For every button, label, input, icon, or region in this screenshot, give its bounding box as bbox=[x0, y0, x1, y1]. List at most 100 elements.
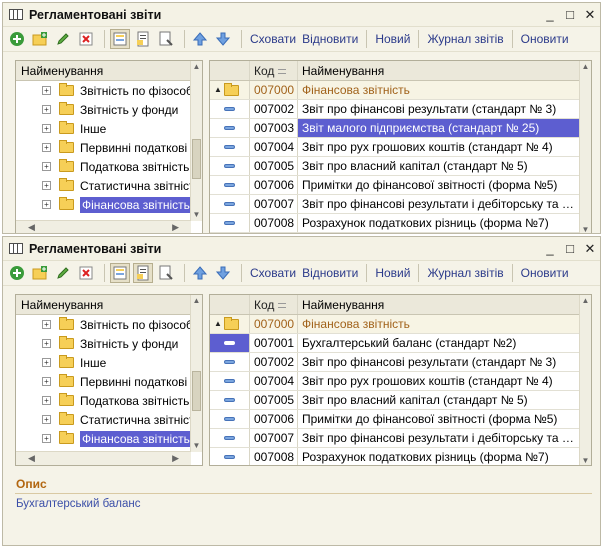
reports-grid[interactable]: Код Найменування ▲ 007000 Фінансова звіт… bbox=[209, 60, 592, 233]
column-header-code[interactable]: Код bbox=[250, 61, 298, 80]
scroll-up-icon[interactable]: ▲ bbox=[191, 61, 202, 73]
close-button[interactable]: ✕ bbox=[580, 241, 600, 257]
expand-icon[interactable]: + bbox=[42, 200, 51, 209]
table-row-group[interactable]: ▲ 007000 Фінансова звітність bbox=[210, 315, 591, 334]
tree-item[interactable]: + Податкова звітність bbox=[16, 157, 202, 176]
new-button[interactable]: Новий bbox=[372, 266, 413, 280]
expand-icon[interactable]: + bbox=[42, 434, 51, 443]
expand-icon[interactable]: + bbox=[42, 143, 51, 152]
restore-button[interactable]: Відновити bbox=[299, 32, 361, 46]
add-group-icon[interactable] bbox=[30, 29, 50, 49]
tree-item[interactable]: + Звітність по фізособ bbox=[16, 81, 202, 100]
settings-view-icon[interactable] bbox=[156, 263, 176, 283]
column-header-name[interactable]: Найменування bbox=[298, 295, 591, 314]
delete-icon[interactable] bbox=[76, 29, 96, 49]
maximize-button[interactable]: □ bbox=[560, 241, 580, 256]
tree-item[interactable]: + Інше bbox=[16, 353, 202, 372]
scroll-left-icon[interactable]: ◀ bbox=[28, 452, 35, 465]
new-button[interactable]: Новий bbox=[372, 32, 413, 46]
table-row[interactable]: 007002 Звіт про фінансові результати (ст… bbox=[210, 100, 591, 119]
expand-icon[interactable]: + bbox=[42, 377, 51, 386]
scroll-down-icon[interactable]: ▼ bbox=[580, 455, 591, 465]
tree-view-icon[interactable] bbox=[110, 263, 130, 283]
expand-icon[interactable]: + bbox=[42, 320, 51, 329]
table-row[interactable]: 007006 Примітки до фінансової звітності … bbox=[210, 410, 591, 429]
reports-tree[interactable]: Найменування + Звітність по фізособ + Звіт… bbox=[15, 294, 203, 466]
hide-button[interactable]: Сховати bbox=[247, 266, 299, 280]
tree-header[interactable]: Найменування bbox=[16, 61, 202, 81]
tree-header[interactable]: Найменування bbox=[16, 295, 202, 315]
report-view-icon[interactable] bbox=[133, 263, 153, 283]
move-down-icon[interactable] bbox=[213, 263, 233, 283]
report-view-icon[interactable] bbox=[133, 29, 153, 49]
tree-item[interactable]: + Первинні податкові д bbox=[16, 138, 202, 157]
column-header-code[interactable]: Код bbox=[250, 295, 298, 314]
table-row[interactable]: 007005 Звіт про власний капітал (стандар… bbox=[210, 157, 591, 176]
reports-tree[interactable]: Найменування + Звітність по фізособ + Звіт… bbox=[15, 60, 203, 233]
close-button[interactable]: ✕ bbox=[580, 7, 600, 23]
scroll-up-icon[interactable]: ▲ bbox=[191, 295, 202, 307]
tree-vertical-scrollbar[interactable]: ▲ ▼ bbox=[190, 295, 202, 452]
tree-horizontal-scrollbar[interactable]: ◀ ▶ bbox=[16, 220, 191, 233]
scroll-up-icon[interactable]: ▲ bbox=[580, 295, 591, 307]
move-down-icon[interactable] bbox=[213, 29, 233, 49]
minimize-button[interactable]: _ bbox=[540, 241, 560, 256]
edit-icon[interactable] bbox=[53, 29, 73, 49]
maximize-button[interactable]: □ bbox=[560, 7, 580, 22]
scroll-right-icon[interactable]: ▶ bbox=[172, 452, 179, 465]
scroll-right-icon[interactable]: ▶ bbox=[172, 221, 179, 233]
expand-icon[interactable]: + bbox=[42, 339, 51, 348]
tree-vertical-scrollbar[interactable]: ▲ ▼ bbox=[190, 61, 202, 221]
table-row-selected[interactable]: 007003 Звіт малого підприємства (стандар… bbox=[210, 119, 591, 138]
scroll-left-icon[interactable]: ◀ bbox=[28, 221, 35, 233]
tree-item[interactable]: + Інше bbox=[16, 119, 202, 138]
hide-button[interactable]: Сховати bbox=[247, 32, 299, 46]
expand-icon[interactable]: + bbox=[42, 358, 51, 367]
tree-item-selected[interactable]: + Фінансова звітність bbox=[16, 429, 202, 448]
expand-icon[interactable]: + bbox=[42, 162, 51, 171]
column-header-name[interactable]: Найменування bbox=[298, 61, 591, 80]
expand-icon[interactable]: + bbox=[42, 181, 51, 190]
scroll-down-icon[interactable]: ▼ bbox=[580, 224, 591, 233]
tree-item[interactable]: + Статистична звітніст bbox=[16, 410, 202, 429]
expand-icon[interactable]: + bbox=[42, 396, 51, 405]
table-row-selected[interactable]: 007001 Бухгалтерський баланс (стандарт №… bbox=[210, 334, 591, 353]
tree-item-selected[interactable]: + Фінансова звітність bbox=[16, 195, 202, 214]
refresh-button[interactable]: Оновити bbox=[518, 266, 572, 280]
tree-item[interactable]: + Первинні податкові д bbox=[16, 372, 202, 391]
table-row[interactable]: 007004 Звіт про рух грошових коштів (ста… bbox=[210, 372, 591, 391]
table-row[interactable]: 007002 Звіт про фінансові результати (ст… bbox=[210, 353, 591, 372]
expand-icon[interactable]: + bbox=[42, 124, 51, 133]
grid-vertical-scrollbar[interactable]: ▲ ▼ bbox=[579, 295, 591, 465]
scroll-thumb[interactable] bbox=[192, 371, 201, 411]
add-icon[interactable] bbox=[7, 29, 27, 49]
scroll-down-icon[interactable]: ▼ bbox=[191, 209, 202, 221]
tree-view-icon[interactable] bbox=[110, 29, 130, 49]
scroll-up-icon[interactable]: ▲ bbox=[580, 61, 591, 73]
restore-button[interactable]: Відновити bbox=[299, 266, 361, 280]
table-row-group[interactable]: ▲ 007000 Фінансова звітність bbox=[210, 81, 591, 100]
scroll-down-icon[interactable]: ▼ bbox=[191, 440, 202, 452]
move-up-icon[interactable] bbox=[190, 29, 210, 49]
table-row[interactable]: 007008 Розрахунок податкових різниць (фо… bbox=[210, 448, 591, 465]
expand-icon[interactable]: + bbox=[42, 105, 51, 114]
reports-grid[interactable]: Код Найменування ▲ 007000 Фінансова звіт… bbox=[209, 294, 592, 466]
table-row[interactable]: 007007 Звіт про фінансові результати і д… bbox=[210, 195, 591, 214]
table-row[interactable]: 007006 Примітки до фінансової звітності … bbox=[210, 176, 591, 195]
delete-icon[interactable] bbox=[76, 263, 96, 283]
settings-view-icon[interactable] bbox=[156, 29, 176, 49]
expand-icon[interactable]: + bbox=[42, 86, 51, 95]
table-row[interactable]: 007004 Звіт про рух грошових коштів (ста… bbox=[210, 138, 591, 157]
tree-item[interactable]: + Звітність у фонди bbox=[16, 334, 202, 353]
minimize-button[interactable]: _ bbox=[540, 7, 560, 22]
tree-item[interactable]: + Податкова звітність bbox=[16, 391, 202, 410]
tree-horizontal-scrollbar[interactable]: ◀ ▶ bbox=[16, 451, 191, 465]
add-group-icon[interactable] bbox=[30, 263, 50, 283]
tree-item[interactable]: + Звітність по фізособ bbox=[16, 315, 202, 334]
expand-icon[interactable]: + bbox=[42, 415, 51, 424]
grid-vertical-scrollbar[interactable]: ▲ ▼ bbox=[579, 61, 591, 233]
edit-icon[interactable] bbox=[53, 263, 73, 283]
refresh-button[interactable]: Оновити bbox=[518, 32, 572, 46]
reports-journal-button[interactable]: Журнал звітів bbox=[424, 32, 506, 46]
add-icon[interactable] bbox=[7, 263, 27, 283]
